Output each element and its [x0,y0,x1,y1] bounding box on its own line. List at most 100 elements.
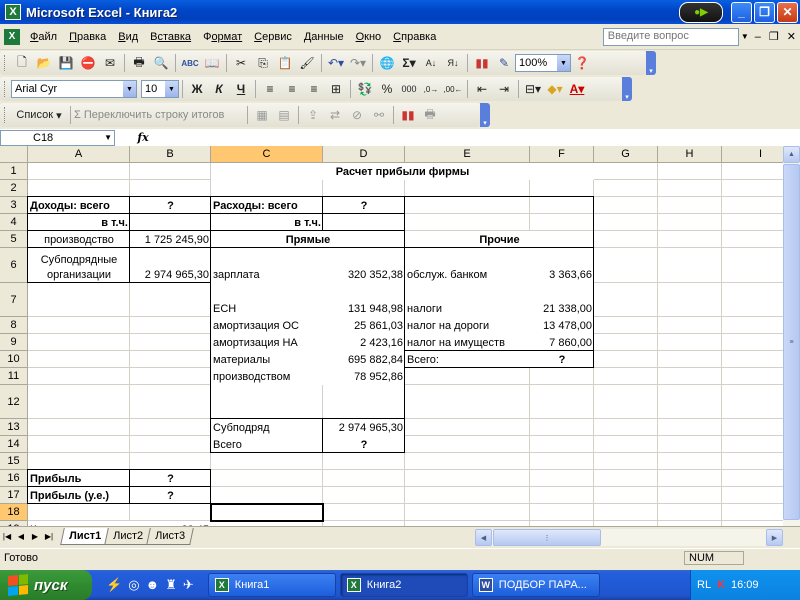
cell-d10[interactable]: 695 882,84 [323,351,405,368]
undo-icon[interactable]: ↶▾ [325,52,347,74]
column-header-a[interactable]: A [28,146,130,163]
doc-restore-button[interactable]: ❐ [765,30,783,43]
cell-c14[interactable]: Всего [211,436,323,453]
menu-window[interactable]: Окно [350,31,388,43]
scroll-thumb[interactable]: ≡ [783,164,800,520]
row-header-8[interactable]: 8 [0,317,28,334]
cell-b17[interactable]: ? [130,487,211,504]
name-box[interactable]: C18 ▼ [0,129,115,146]
print-icon[interactable]: 🖶 [128,52,150,74]
cell-e8[interactable]: налог на дороги [405,317,530,334]
cell-c9[interactable]: амортизация НА [211,334,323,351]
list-menu-button[interactable]: Список ▾ [11,104,67,126]
list-publish-icon[interactable]: ⇪ [302,104,324,126]
document-icon[interactable]: X [4,28,20,45]
cell-d8[interactable]: 25 861,03 [323,317,405,334]
column-header-e[interactable]: E [405,146,530,163]
print-preview-icon[interactable]: 🔍 [150,52,172,74]
font-size-select[interactable]: 10 ▼ [141,80,179,98]
fx-icon[interactable]: fx [115,131,171,144]
merge-center-icon[interactable]: ⊞ [325,78,347,100]
toolbar-options-icon[interactable]: ▾ [646,51,656,75]
first-sheet-icon[interactable]: |◀ [0,532,14,541]
row-header-15[interactable]: 15 [0,453,28,470]
cell-d14[interactable]: ? [323,436,405,453]
task-kniga1[interactable]: X Книга1 [207,573,336,597]
column-header-f[interactable]: F [530,146,594,163]
scroll-right-icon[interactable]: ▶ [766,529,783,546]
antivirus-icon[interactable]: K [717,579,725,591]
cell-c3[interactable]: Расходы: всего [211,197,323,214]
cell-f10[interactable]: ? [530,351,594,368]
sort-desc-icon[interactable]: Я↓ [442,52,464,74]
cell-d7[interactable]: 131 948,98 [323,283,405,317]
cell-c5[interactable]: Прямые [211,231,405,248]
prev-sheet-icon[interactable]: ◀ [14,532,28,541]
excel-app-icon[interactable]: X [5,4,21,20]
open-icon[interactable]: 📂 [33,52,55,74]
cell-f6[interactable]: 3 363,66 [530,248,594,283]
scroll-up-icon[interactable]: ▲ [783,146,800,163]
menu-data[interactable]: Данные [298,31,350,43]
row-header-3[interactable]: 3 [0,197,28,214]
close-button[interactable]: ✕ [777,1,798,23]
language-indicator[interactable]: RL [697,579,711,591]
sheet-tab-3[interactable]: Лист3 [146,528,194,545]
cell-e5[interactable]: Прочие [405,231,594,248]
fill-color-icon[interactable]: ◆▾ [544,78,566,100]
borders-icon[interactable]: ⊟▾ [522,78,544,100]
menu-format[interactable]: Формат [197,31,248,43]
menu-tools[interactable]: Сервис [248,31,298,43]
row-header-13[interactable]: 13 [0,419,28,436]
italic-button[interactable]: К [208,78,230,100]
column-header-d[interactable]: D [323,146,405,163]
row-header-10[interactable]: 10 [0,351,28,368]
cell-f9[interactable]: 7 860,00 [530,334,594,351]
cell-e7[interactable]: налоги [405,283,530,317]
font-color-icon[interactable]: A▾ [566,78,588,100]
cell-a5[interactable]: Собственное производство [28,231,130,248]
decrease-decimal-icon[interactable]: ,00← [442,78,464,100]
paste-icon[interactable]: 📋 [274,52,296,74]
list-discard-icon[interactable]: ⊘ [346,104,368,126]
row-header-4[interactable]: 4 [0,214,28,231]
cut-icon[interactable]: ✂ [230,52,252,74]
underline-button[interactable]: Ч [230,78,252,100]
task-podbor[interactable]: W ПОДБОР ПАРА... [471,573,600,597]
align-left-icon[interactable]: ≡ [259,78,281,100]
cell-d9[interactable]: 2 423,16 [323,334,405,351]
redo-icon[interactable]: ↷▾ [347,52,369,74]
row-header-14[interactable]: 14 [0,436,28,453]
toolbar-options-icon-3[interactable]: ▾ [480,103,490,127]
row-header-9[interactable]: 9 [0,334,28,351]
cell-d6[interactable]: 320 352,38 [323,248,405,283]
font-name-select[interactable]: Arial Cyr ▼ [11,80,137,98]
question-dropdown-icon[interactable]: ▼ [739,28,751,46]
email-icon[interactable]: ✉ [99,52,121,74]
hyperlink-icon[interactable]: 🌐 [376,52,398,74]
row-header-16[interactable]: 16 [0,470,28,487]
column-header-g[interactable]: G [594,146,658,163]
horizontal-scrollbar[interactable]: ◀ ⋮ ▶ [475,529,783,546]
sheet-tab-1[interactable]: Лист1 [60,528,110,545]
permission-icon[interactable]: ⛔ [77,52,99,74]
list-print-icon[interactable]: 🖶 [419,104,441,126]
row-header-11[interactable]: 11 [0,368,28,385]
row-header-6[interactable]: 6 [0,248,28,283]
cell-e9[interactable]: налог на имуществ [405,334,530,351]
cell-b16[interactable]: ? [130,470,211,487]
cell-c10[interactable]: материалы [211,351,323,368]
cell-c7[interactable]: ЕСН [211,283,323,317]
copy-icon[interactable]: ⎘ [252,52,274,74]
cell-c4[interactable]: в т.ч. [211,214,323,231]
toggle-total-row-button[interactable]: Σ Переключить строку итогов [74,104,244,126]
align-center-icon[interactable]: ≡ [281,78,303,100]
row-header-12[interactable]: 12 [0,385,28,419]
formula-input[interactable] [171,130,800,146]
list-unlink-icon[interactable]: ⚯ [368,104,390,126]
cell-d3[interactable]: ? [323,197,405,214]
menu-view[interactable]: Вид [112,31,144,43]
cell-a17[interactable]: Прибыль (у.е.) [28,487,130,504]
last-sheet-icon[interactable]: ▶| [42,532,56,541]
scroll-left-icon[interactable]: ◀ [475,529,492,546]
